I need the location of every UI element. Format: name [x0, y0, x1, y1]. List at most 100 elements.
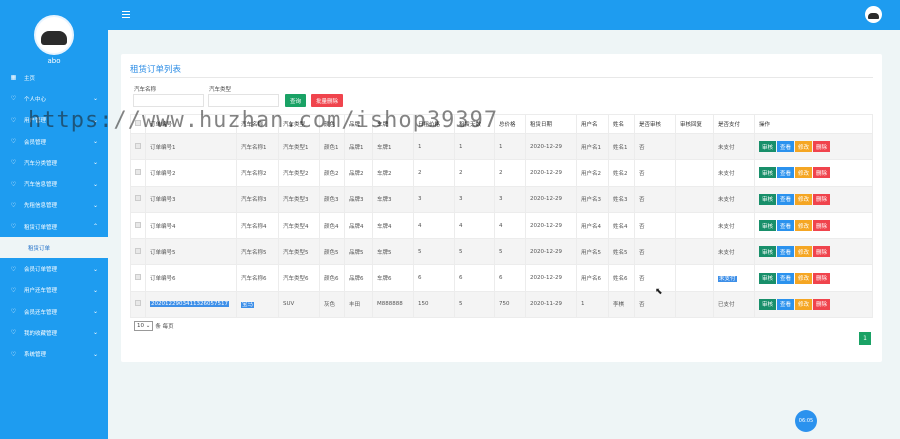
- delete-button[interactable]: 删除: [813, 220, 831, 232]
- view-button[interactable]: 查看: [777, 141, 795, 153]
- sidebar-item-car-category[interactable]: ♡ 汽车分类管理 ⌄: [0, 152, 108, 173]
- row-select-cell[interactable]: [130, 185, 146, 213]
- cell-text: 用户名6: [581, 276, 601, 283]
- checkbox[interactable]: [135, 221, 141, 228]
- search-button[interactable]: 查询: [285, 94, 307, 107]
- table-cell: 颜色5: [319, 238, 345, 266]
- checkbox[interactable]: [135, 142, 141, 149]
- table-cell: 750: [494, 290, 526, 319]
- table-row[interactable]: 订单编号6 汽车名称6 汽车类型6 颜色6 品牌6 车牌6 6 6 6 2020-12-29 用户名…: [130, 264, 873, 292]
- row-select-cell[interactable]: [130, 238, 146, 266]
- edit-button[interactable]: 修改: [795, 141, 813, 153]
- delete-button[interactable]: 删除: [813, 167, 831, 179]
- edit-button[interactable]: 修改: [795, 167, 813, 179]
- view-button[interactable]: 查看: [777, 246, 795, 258]
- column-header[interactable]: 是否审核: [634, 114, 676, 134]
- sidebar-item-profile[interactable]: ♡ 个人中心 ⌄: [0, 88, 108, 109]
- row-select-cell[interactable]: [130, 211, 146, 240]
- view-button[interactable]: 查看: [777, 193, 795, 205]
- column-header[interactable]: 是否支付: [713, 114, 755, 134]
- table-cell: 颜色6: [319, 264, 345, 292]
- edit-button[interactable]: 修改: [795, 246, 813, 258]
- sidebar-item-member-orders[interactable]: ♡ 会员订单管理 ⌄: [0, 258, 108, 279]
- sidebar-item-user-return[interactable]: ♡ 用户还车管理 ⌄: [0, 280, 108, 301]
- table-row[interactable]: 订单编号2 汽车名称2 汽车类型2 颜色2 品牌2 车牌2 2 2 2 2020-12-29 用户名…: [130, 159, 873, 187]
- table-row[interactable]: 订单编号1 汽车名称1 汽车类型1 颜色1 品牌1 车牌1 1 1 1 2020-12-29 用户名…: [130, 132, 873, 161]
- sidebar-item-label: 先租信息管理: [24, 203, 58, 210]
- table-cell: 2020-12-29: [525, 211, 577, 240]
- car-name-input[interactable]: [133, 94, 204, 107]
- sidebar-item-rental-orders[interactable]: ♡ 租赁订单管理 ⌃: [0, 216, 108, 237]
- column-header[interactable]: 用户名: [576, 114, 609, 134]
- table-row[interactable]: 订单编号4 汽车名称4 汽车类型4 颜色4 品牌4 车牌4 4 4 4 2020-12-29 用户名…: [130, 211, 873, 240]
- view-button[interactable]: 查看: [777, 167, 795, 179]
- page-number-button[interactable]: 1: [859, 332, 871, 345]
- table-cell: 未支付: [713, 211, 755, 240]
- table-cell: 订单编号3: [145, 185, 237, 213]
- review-button[interactable]: 审核: [759, 298, 777, 310]
- cell-text: 订单编号3: [150, 197, 176, 204]
- chevron-down-icon: ⌄: [92, 350, 98, 358]
- sidebar-item-car-info[interactable]: ♡ 汽车信息管理 ⌄: [0, 173, 108, 194]
- sidebar-item-member-return[interactable]: ♡ 会员还车管理 ⌄: [0, 301, 108, 322]
- sidebar-item-system[interactable]: ♡ 系统管理 ⌄: [0, 344, 108, 365]
- checkbox[interactable]: [135, 195, 141, 202]
- review-button[interactable]: 审核: [759, 167, 777, 179]
- column-header[interactable]: 审核回复: [675, 114, 714, 134]
- table-row[interactable]: 2020122903411326057517 宝马 SUV 灰色 丰田 M888888 15…: [130, 290, 873, 319]
- table-row[interactable]: 订单编号5 汽车名称5 汽车类型5 颜色5 品牌5 车牌5 5 5 5 2020-12-29 用户名…: [130, 238, 873, 266]
- floating-button[interactable]: 06:05: [795, 410, 817, 432]
- review-button[interactable]: 审核: [759, 141, 777, 153]
- page-size-select[interactable]: 10 ⌄: [134, 321, 154, 331]
- delete-button[interactable]: 删除: [813, 298, 831, 310]
- row-select-cell[interactable]: [130, 290, 146, 319]
- delete-button[interactable]: 删除: [813, 246, 831, 258]
- edit-button[interactable]: 修改: [795, 193, 813, 205]
- sidebar: abo ▦ 主页 ♡ 个人中心 ⌄ ♡ 用户管理 ⌄ ♡ 会员管理 ⌄ ♡ 汽车分类管理 ⌄ ♡ 汽…: [0, 0, 108, 439]
- review-button[interactable]: 审核: [759, 193, 777, 205]
- row-select-cell[interactable]: [130, 264, 146, 292]
- sidebar-item-pre-rent[interactable]: ♡ 先租信息管理 ⌄: [0, 195, 108, 216]
- mouse-cursor-icon: ⬉: [655, 287, 663, 297]
- review-button[interactable]: 审核: [759, 220, 777, 232]
- table-cell: 订单编号4: [145, 211, 237, 240]
- cell-text: 订单编号5: [150, 249, 176, 256]
- sidebar-item-members[interactable]: ♡ 会员管理 ⌄: [0, 131, 108, 152]
- cell-text: 颜色2: [324, 170, 339, 177]
- car-type-input[interactable]: [208, 94, 279, 107]
- checkbox[interactable]: [135, 168, 141, 175]
- delete-button[interactable]: 删除: [813, 193, 831, 205]
- delete-button[interactable]: 删除: [813, 141, 831, 153]
- column-header[interactable]: 总价格: [494, 114, 526, 134]
- column-header[interactable]: 租赁日期: [525, 114, 577, 134]
- table-cell: 4: [413, 211, 455, 240]
- checkbox[interactable]: [135, 300, 141, 307]
- cell-text: 汽车类型2: [283, 170, 309, 177]
- table-cell: 4: [454, 211, 495, 240]
- view-button[interactable]: 查看: [777, 272, 795, 284]
- sidebar-subitem-rental-order[interactable]: 租赁订单: [0, 237, 108, 259]
- checkbox[interactable]: [135, 274, 141, 281]
- header-avatar[interactable]: [865, 6, 882, 23]
- menu-toggle-icon[interactable]: [122, 11, 130, 20]
- edit-button[interactable]: 修改: [795, 298, 813, 310]
- edit-button[interactable]: 修改: [795, 272, 813, 284]
- sidebar-item-home[interactable]: ▦ 主页: [0, 67, 108, 88]
- avatar[interactable]: [34, 15, 74, 55]
- row-select-cell[interactable]: [130, 132, 146, 161]
- column-header[interactable]: 姓名: [608, 114, 635, 134]
- view-button[interactable]: 查看: [777, 298, 795, 310]
- cell-text: 品牌3: [349, 197, 364, 204]
- delete-button[interactable]: 删除: [813, 272, 831, 284]
- checkbox[interactable]: [135, 247, 141, 254]
- batch-delete-button[interactable]: 批量删除: [311, 94, 344, 107]
- review-button[interactable]: 审核: [759, 246, 777, 258]
- row-select-cell[interactable]: [130, 159, 146, 187]
- column-header: 操作: [754, 114, 873, 134]
- sidebar-item-favorites[interactable]: ♡ 我的收藏管理 ⌄: [0, 322, 108, 343]
- table-cell: 5: [454, 238, 495, 266]
- edit-button[interactable]: 修改: [795, 220, 813, 232]
- table-row[interactable]: 订单编号3 汽车名称3 汽车类型3 颜色3 品牌3 车牌3 3 3 3 2020-12-29 用户名…: [130, 185, 873, 213]
- view-button[interactable]: 查看: [777, 220, 795, 232]
- review-button[interactable]: 审核: [759, 272, 777, 284]
